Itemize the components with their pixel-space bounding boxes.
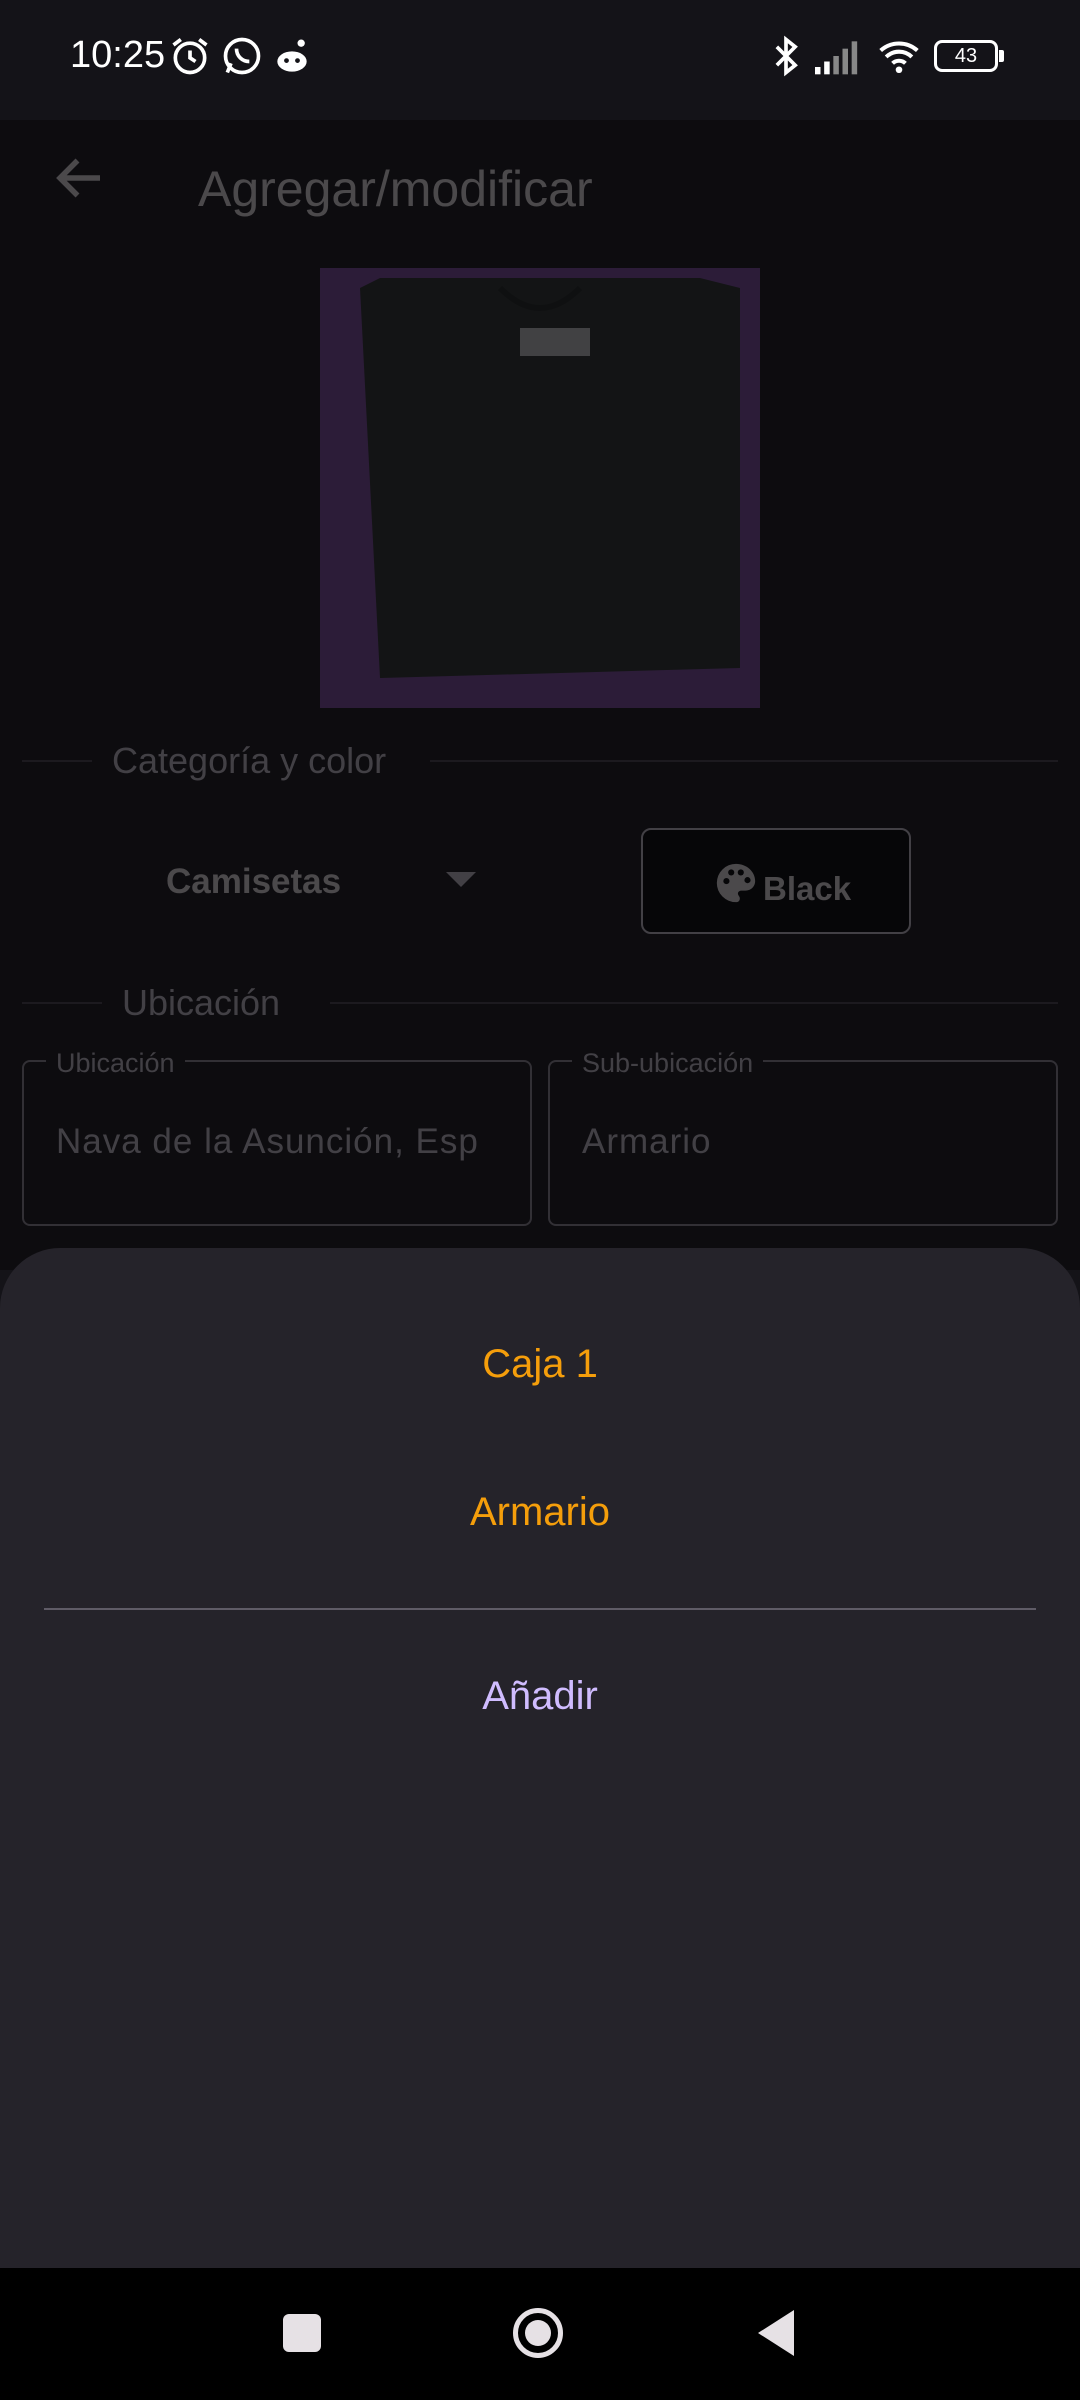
sublocation-bottom-sheet: Caja 1 Armario Añadir [0, 1248, 1080, 2268]
back-triangle-icon[interactable] [758, 2310, 794, 2356]
status-time: 10:25 [70, 34, 166, 76]
signal-icon [815, 41, 858, 75]
home-circle-icon[interactable] [513, 2308, 563, 2358]
sheet-divider [44, 1608, 1036, 1610]
battery-level: 43 [954, 45, 978, 67]
bluetooth-icon [775, 35, 798, 77]
whatsapp-icon [223, 37, 261, 75]
battery-icon: 43 [934, 40, 1004, 72]
alarm-icon [172, 38, 208, 75]
wifi-icon [879, 41, 919, 74]
add-sublocation-button[interactable]: Añadir [0, 1674, 1080, 1719]
system-nav-bar [0, 2268, 1080, 2400]
status-bar: 10:25 43 [0, 0, 1080, 120]
modal-scrim[interactable] [0, 120, 1080, 1270]
option-armario[interactable]: Armario [0, 1490, 1080, 1535]
recents-square-icon[interactable] [283, 2314, 321, 2352]
option-caja-1[interactable]: Caja 1 [0, 1342, 1080, 1387]
reddit-icon [277, 39, 307, 72]
